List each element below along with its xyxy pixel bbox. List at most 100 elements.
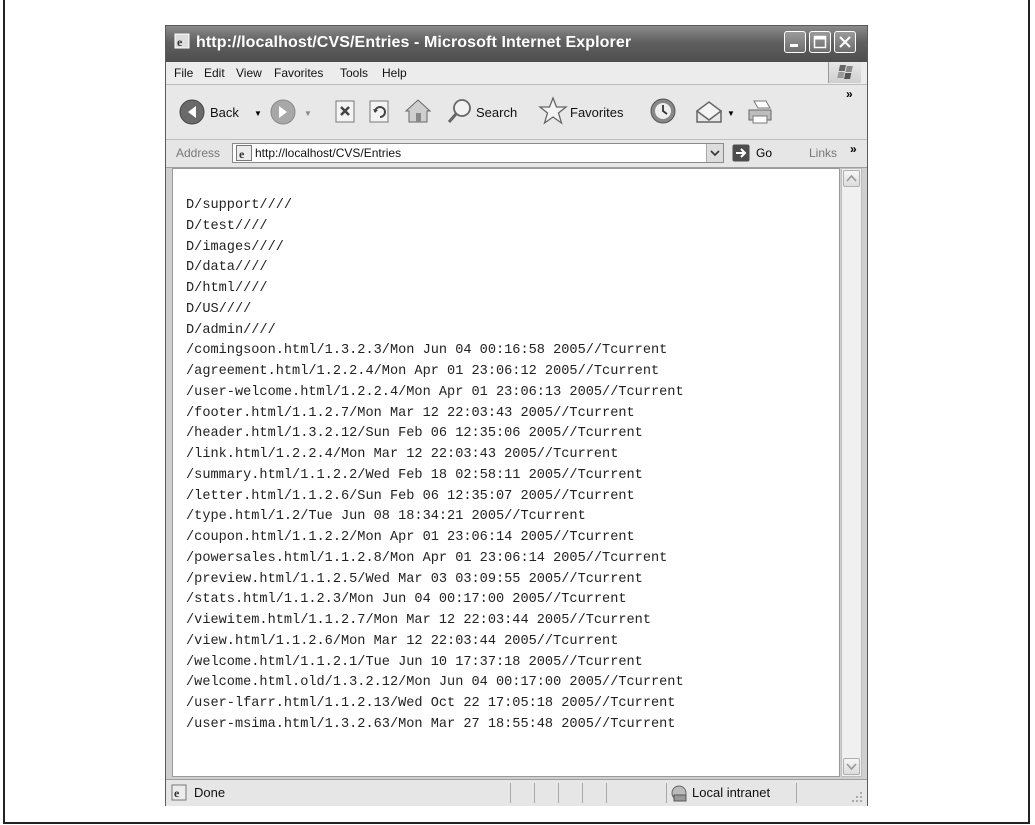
search-button[interactable]: Search <box>444 85 536 139</box>
status-divider <box>666 783 667 803</box>
home-icon <box>404 99 432 123</box>
status-divider <box>534 783 535 803</box>
svg-text:e: e <box>174 786 180 800</box>
entry-line: /user-welcome.html/1.2.2.4/Mon Apr 01 23… <box>186 384 684 400</box>
status-text: Done <box>194 785 226 800</box>
standard-toolbar: Back ▼ ▼ Search Favorites ▼ » <box>166 85 867 140</box>
security-zone: Local intranet <box>692 785 771 800</box>
favorites-label: Favorites <box>570 105 624 120</box>
menu-view[interactable]: View <box>236 66 262 80</box>
entry-line: /coupon.html/1.1.2.2/Mon Apr 01 23:06:14… <box>186 530 635 545</box>
favorites-button[interactable]: Favorites <box>538 85 642 139</box>
entry-line: /view.html/1.1.2.6/Mon Mar 12 22:03:44 2… <box>186 633 619 649</box>
entry-line: /type.html/1.2/Tue Jun 08 18:34:21 2005/… <box>186 509 586 525</box>
entry-line: D/US//// <box>186 301 252 317</box>
links-overflow-icon[interactable]: » <box>850 142 857 156</box>
menu-tools[interactable]: Tools <box>340 66 368 80</box>
status-bar: e Done Local intranet <box>166 779 867 806</box>
vertical-scrollbar[interactable] <box>841 168 862 777</box>
windows-flag-icon <box>828 62 861 83</box>
search-icon <box>447 99 471 123</box>
entries-text: D/support//// D/test//// D/images//// D/dat… <box>186 196 684 736</box>
favorites-star-icon <box>538 96 568 125</box>
entry-line: /welcome.html.old/1.3.2.12/Mon Jun 04 00… <box>186 675 684 691</box>
entry-line: D/test//// <box>186 218 268 234</box>
go-label: Go <box>756 146 773 160</box>
minimize-icon <box>790 44 798 47</box>
svg-text:e: e <box>239 147 245 161</box>
maximize-icon <box>813 35 827 49</box>
address-dropdown-icon[interactable] <box>706 144 723 162</box>
scroll-up-button[interactable] <box>843 170 860 187</box>
entry-line: /link.html/1.2.2.4/Mon Mar 12 22:03:43 2… <box>186 447 619 462</box>
status-divider <box>510 783 511 803</box>
ie-page-icon: e <box>171 784 187 801</box>
ie-page-icon: e <box>174 33 190 49</box>
scroll-down-button[interactable] <box>843 758 860 775</box>
address-bar: Address e http://localhost/CVS/Entries G… <box>166 140 867 168</box>
entry-line: /stats.html/1.1.2.3/Mon Jun 04 00:17:00 … <box>186 592 627 608</box>
entry-line: D/images//// <box>186 239 284 255</box>
mail-dropdown-icon[interactable]: ▼ <box>727 109 735 118</box>
stop-button[interactable] <box>332 85 362 139</box>
entry-line: D/data//// <box>186 260 268 276</box>
page-content: D/support//// D/test//// D/images//// D/dat… <box>172 168 840 777</box>
print-icon <box>748 100 772 124</box>
menu-file[interactable]: File <box>174 66 193 80</box>
browser-window: e http://localhost/CVS/Entries - Microso… <box>165 25 868 806</box>
entry-line: /header.html/1.3.2.12/Sun Feb 06 12:35:0… <box>186 426 643 442</box>
forward-button[interactable]: ▼ <box>270 85 316 139</box>
entry-line: /summary.html/1.1.2.2/Wed Feb 18 02:58:1… <box>186 467 643 483</box>
window-title: http://localhost/CVS/Entries - Microsoft… <box>196 34 632 51</box>
address-url: http://localhost/CVS/Entries <box>255 146 402 160</box>
maximize-button[interactable] <box>809 31 831 53</box>
forward-dropdown-icon[interactable]: ▼ <box>304 109 312 118</box>
intranet-icon <box>671 785 687 802</box>
back-button[interactable]: Back ▼ <box>174 85 264 139</box>
close-button[interactable] <box>834 31 856 53</box>
entry-line: /powersales.html/1.1.2.8/Mon Apr 01 23:0… <box>186 550 668 566</box>
status-divider <box>582 783 583 803</box>
entry-line: /preview.html/1.1.2.5/Wed Mar 03 03:09:5… <box>186 571 643 587</box>
menu-edit[interactable]: Edit <box>204 66 225 80</box>
entry-line: /footer.html/1.1.2.7/Mon Mar 12 22:03:43… <box>186 405 635 421</box>
go-arrow-icon <box>732 144 750 162</box>
minimize-button[interactable] <box>784 31 806 53</box>
entry-line: /viewitem.html/1.1.2.7/Mon Mar 12 22:03:… <box>186 613 651 628</box>
search-label: Search <box>476 105 518 120</box>
status-divider <box>606 783 607 803</box>
resize-grip-icon[interactable] <box>850 790 864 804</box>
address-input[interactable]: e http://localhost/CVS/Entries <box>232 143 724 163</box>
mail-icon <box>695 101 723 123</box>
entry-line: D/support//// <box>186 198 293 213</box>
links-label[interactable]: Links <box>809 146 837 160</box>
entry-line: /user-lfarr.html/1.1.2.13/Wed Oct 22 17:… <box>186 696 676 711</box>
entry-line: /user-msima.html/1.3.2.63/Mon Mar 27 18:… <box>186 716 676 732</box>
entry-line: /welcome.html/1.1.2.1/Tue Jun 10 17:37:1… <box>186 654 643 670</box>
refresh-button[interactable] <box>366 85 396 139</box>
entry-line: D/html//// <box>186 281 268 296</box>
history-icon <box>650 98 676 124</box>
print-button[interactable] <box>744 85 780 139</box>
close-icon <box>839 36 851 48</box>
home-button[interactable] <box>402 85 434 139</box>
refresh-icon <box>369 100 389 123</box>
history-button[interactable] <box>646 85 682 139</box>
entry-line: /agreement.html/1.2.2.4/Mon Apr 01 23:06… <box>186 364 660 379</box>
status-divider <box>796 783 797 803</box>
svg-text:e: e <box>177 35 183 49</box>
back-label: Back <box>210 105 239 120</box>
title-bar[interactable]: e http://localhost/CVS/Entries - Microso… <box>166 26 867 62</box>
forward-arrow-icon <box>270 99 296 125</box>
back-dropdown-icon[interactable]: ▼ <box>254 109 262 118</box>
ie-page-icon: e <box>236 145 252 161</box>
menu-help[interactable]: Help <box>382 66 407 80</box>
entry-line: /comingsoon.html/1.3.2.3/Mon Jun 04 00:1… <box>186 343 668 359</box>
menu-bar: File Edit View Favorites Tools Help <box>166 62 867 85</box>
toolbar-overflow-icon[interactable]: » <box>846 87 853 101</box>
menu-favorites[interactable]: Favorites <box>274 66 323 80</box>
address-label: Address <box>176 146 221 160</box>
mail-button[interactable]: ▼ <box>692 85 740 139</box>
status-divider <box>558 783 559 803</box>
back-arrow-icon <box>179 99 205 125</box>
